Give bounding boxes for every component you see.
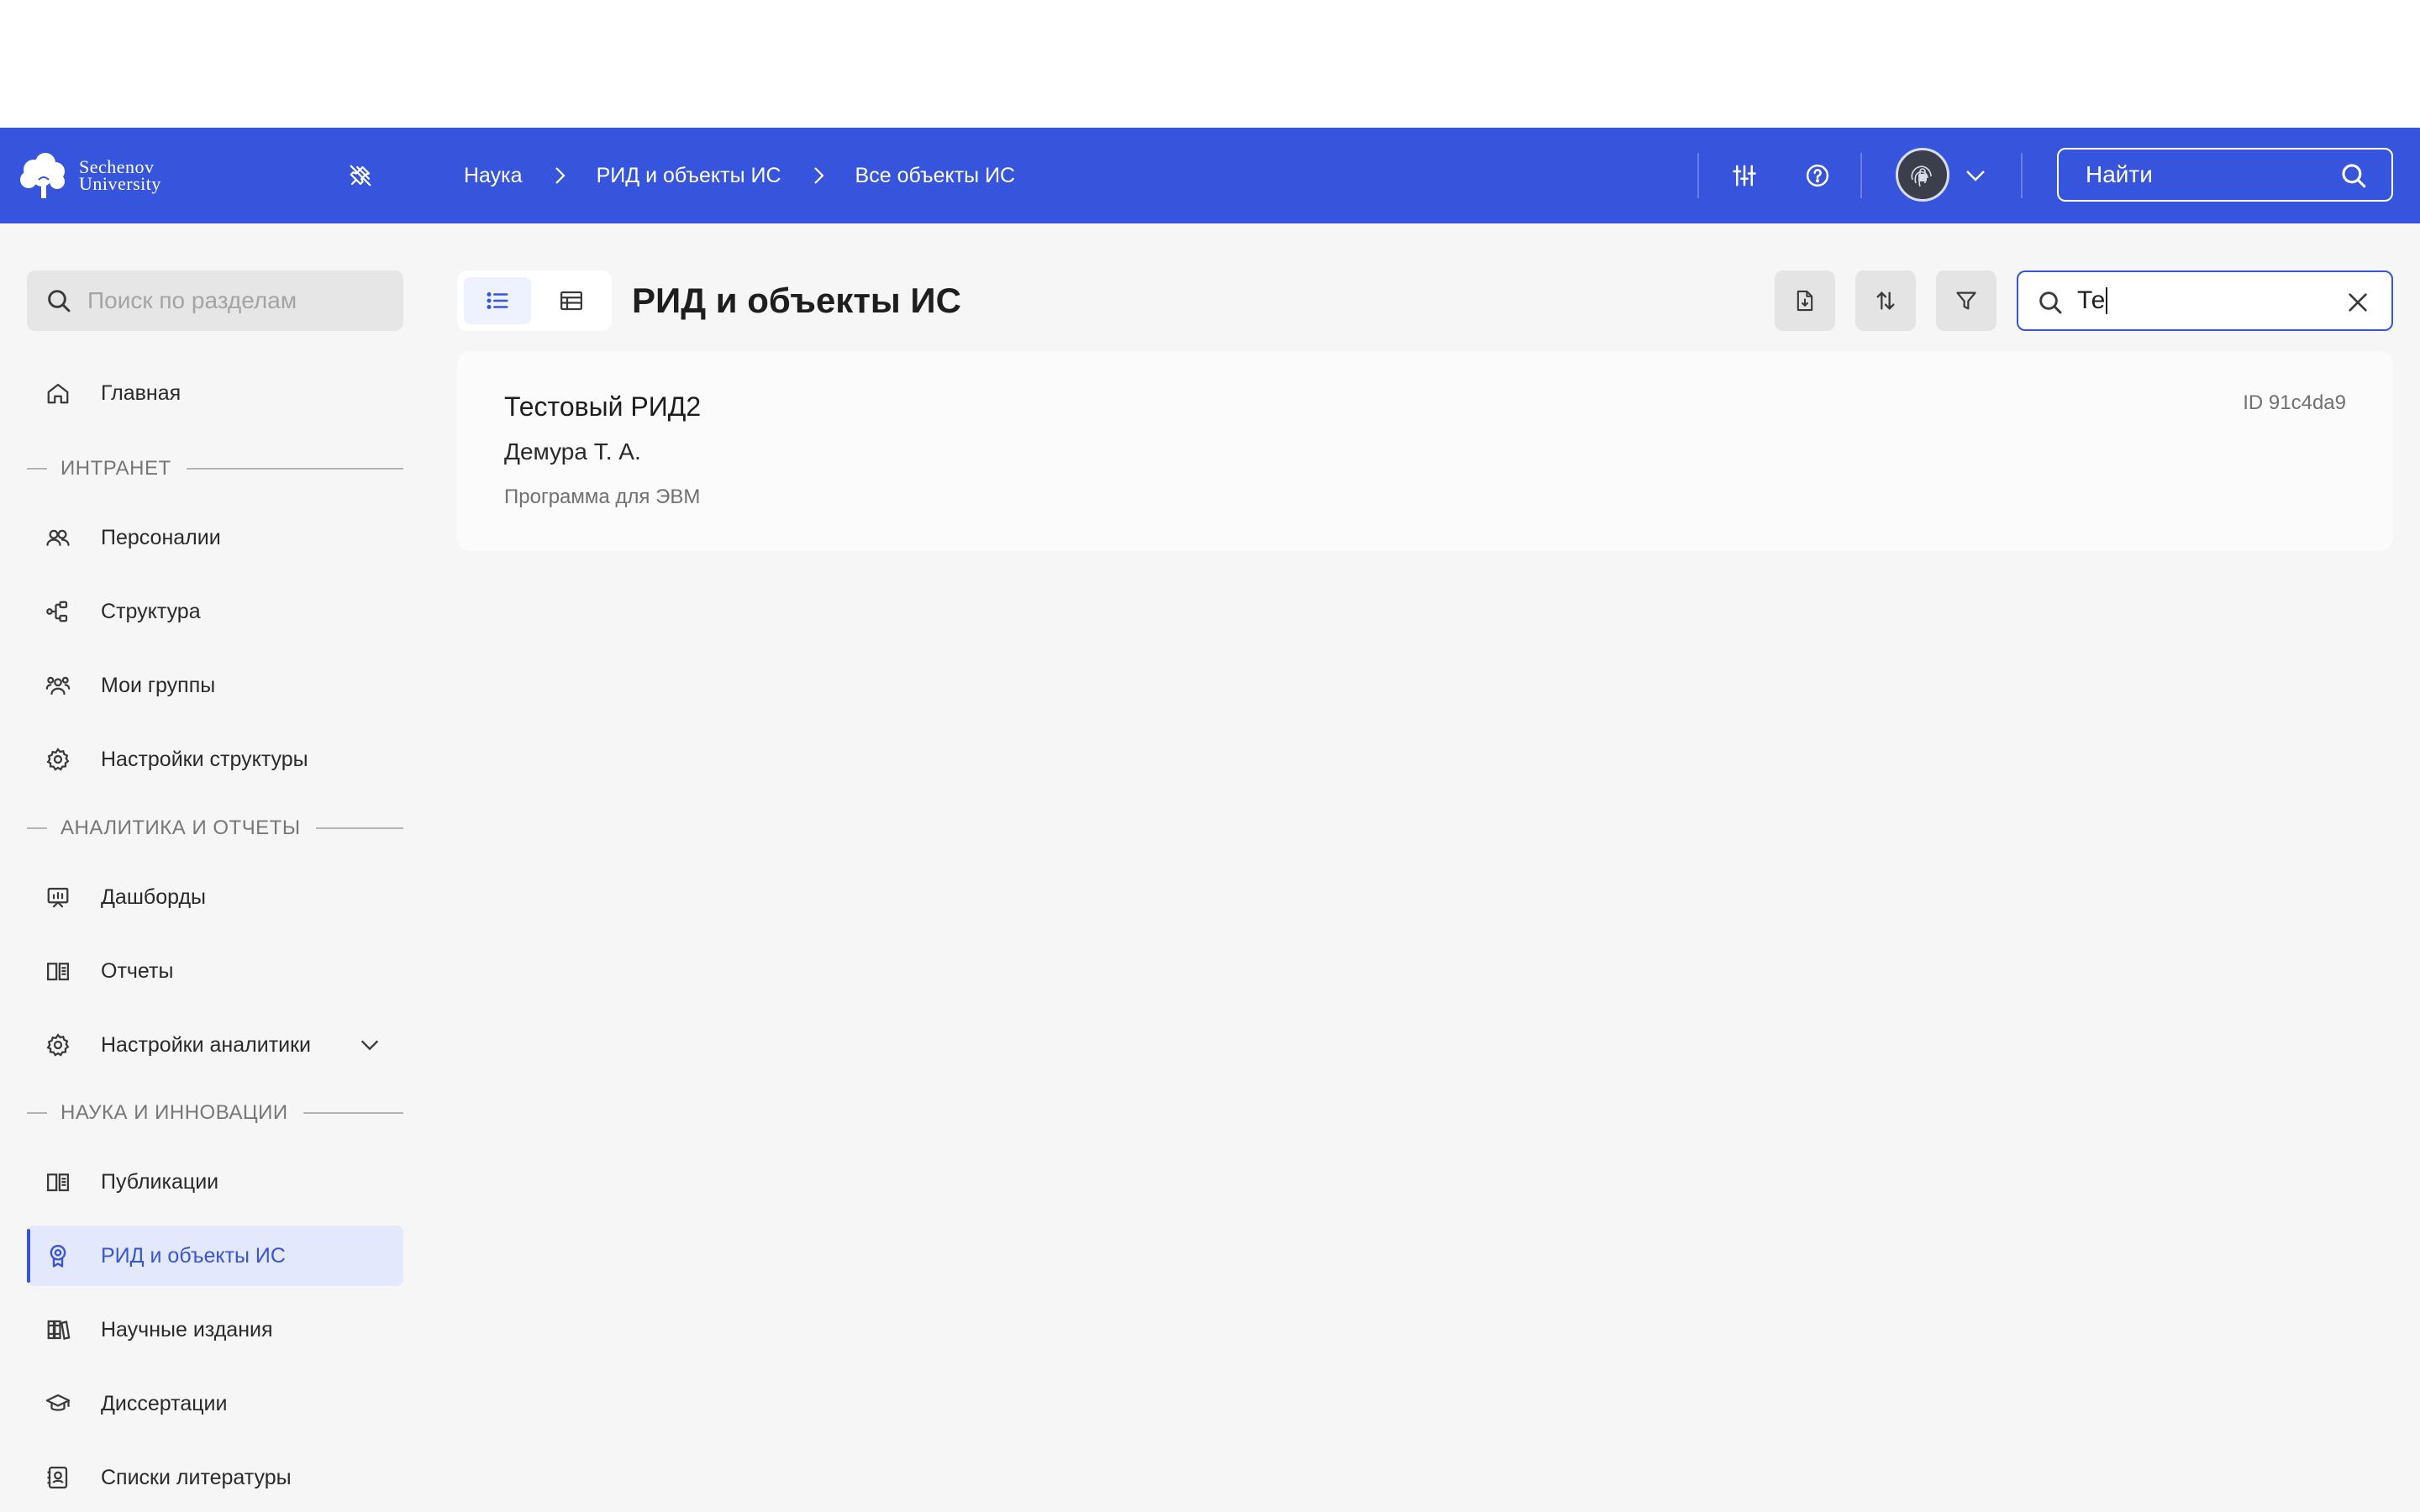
- sidebar-item-structure[interactable]: Структура: [27, 581, 403, 642]
- record-type: Программа для ЭВМ: [504, 486, 701, 508]
- table-view-button[interactable]: [538, 277, 605, 324]
- users-icon: [46, 529, 70, 546]
- logo-line-2: University: [79, 173, 161, 194]
- sidebar-item-label: Персоналии: [101, 525, 221, 549]
- account-menu-button[interactable]: [1958, 158, 1993, 193]
- sidebar-item-bibliography[interactable]: Списки литературы: [27, 1447, 403, 1508]
- sidebar-item-label: Мои группы: [101, 673, 216, 697]
- view-mode-toggle: [457, 270, 612, 331]
- books-icon: [47, 1320, 71, 1340]
- section-header-intranet: ИНТРАНЕТ: [27, 454, 403, 484]
- sidebar-item-label: Диссертации: [101, 1391, 228, 1415]
- record-author: Демура Т. А.: [504, 438, 641, 465]
- gear-icon: [46, 748, 70, 771]
- record-title[interactable]: Тестовый РИД2: [504, 391, 701, 423]
- home-icon: [47, 383, 69, 404]
- sechenov-logo[interactable]: Sechenov University: [17, 151, 161, 200]
- chevron-down-icon: [1966, 171, 1985, 181]
- chevron-right-icon: [541, 163, 578, 188]
- list-view-button[interactable]: [464, 277, 531, 324]
- sidebar-item-dashboards[interactable]: Дашборды: [27, 867, 403, 927]
- sidebar-item-analytics-settings[interactable]: Настройки аналитики: [27, 1015, 403, 1075]
- award-icon: [50, 1244, 66, 1268]
- records-search-input[interactable]: Те: [2017, 270, 2393, 331]
- global-search-label: Найти: [2086, 161, 2153, 187]
- filter-icon: [1956, 291, 1976, 310]
- breadcrumb: Наука РИД и объекты ИС Все объекты ИС: [464, 128, 1015, 223]
- sidebar-item-label: РИД и объекты ИС: [101, 1243, 286, 1268]
- global-search-button[interactable]: Найти: [2057, 148, 2393, 202]
- sidebar-item-structure-settings[interactable]: Настройки структуры: [27, 729, 403, 790]
- header-divider: [1860, 153, 1862, 198]
- sidebar-item-label: Научные издания: [101, 1317, 273, 1341]
- fingerprint-lock-icon: [1911, 165, 1932, 187]
- chevron-right-icon: [800, 163, 837, 188]
- header-divider: [1697, 153, 1699, 198]
- text-caret: [2106, 287, 2108, 314]
- dashboard-icon: [47, 887, 69, 908]
- unpin-icon: [350, 165, 371, 186]
- breadcrumb-item-rid[interactable]: РИД и объекты ИС: [597, 164, 781, 188]
- records-search-value: Те: [2077, 286, 2106, 314]
- header-divider: [2021, 153, 2023, 198]
- logo-text: Sechenov University: [79, 158, 161, 194]
- search-icon: [48, 290, 71, 312]
- section-search-placeholder: Поиск по разделам: [87, 287, 297, 313]
- sidebar-item-dissertations[interactable]: Диссертации: [27, 1373, 403, 1434]
- section-header-analytics: АНАЛИТИКА И ОТЧЕТЫ: [27, 813, 403, 843]
- sidebar-item-label: Списки литературы: [101, 1465, 292, 1489]
- sidebar-item-journals[interactable]: Научные издания: [27, 1299, 403, 1360]
- sidebar-item-label: Структура: [101, 599, 201, 623]
- search-icon: [2039, 291, 2062, 314]
- search-icon: [2342, 164, 2366, 188]
- graduation-cap-icon: [45, 1394, 71, 1411]
- structure-icon: [46, 601, 68, 622]
- section-header-science: НАУКА И ИННОВАЦИИ: [27, 1098, 403, 1128]
- help-button[interactable]: [1798, 156, 1837, 195]
- top-header: Sechenov University Наука РИД и объекты …: [0, 128, 2420, 223]
- unpin-sidebar-button[interactable]: [343, 158, 378, 193]
- sidebar: Поиск по разделам Главная ИНТРАНЕТ Персо…: [0, 223, 429, 1512]
- record-card[interactable]: Тестовый РИД2 Демура Т. А. Программа для…: [457, 351, 2393, 551]
- sidebar-item-reports[interactable]: Отчеты: [27, 941, 403, 1001]
- sort-button[interactable]: [1855, 270, 1916, 331]
- book-icon: [47, 1173, 69, 1192]
- browser-top-area: [0, 0, 2420, 128]
- sidebar-item-publications[interactable]: Публикации: [27, 1152, 403, 1212]
- sidebar-item-label: Отчеты: [101, 958, 174, 983]
- sliders-icon: [1733, 165, 1756, 186]
- page-title: РИД и объекты ИС: [632, 281, 961, 320]
- record-id: ID 91c4da9: [2243, 391, 2346, 414]
- tree-logo-icon: [20, 153, 65, 198]
- sidebar-item-label: Публикации: [101, 1169, 219, 1194]
- table-icon: [560, 291, 582, 311]
- sidebar-item-label: Дашборды: [101, 885, 206, 909]
- sidebar-item-label: Настройки аналитики: [101, 1032, 312, 1057]
- list-icon: [487, 292, 508, 309]
- clear-icon[interactable]: [2344, 289, 2371, 316]
- gear-icon: [46, 1033, 70, 1057]
- sort-icon: [1876, 291, 1895, 310]
- contact-book-icon: [47, 1467, 68, 1488]
- sidebar-item-home[interactable]: Главная: [27, 363, 403, 423]
- filter-button[interactable]: [1936, 270, 1996, 331]
- avatar[interactable]: [1896, 148, 1949, 202]
- file-download-icon: [1797, 290, 1813, 312]
- group-icon: [45, 676, 71, 696]
- sidebar-item-persons[interactable]: Персоналии: [27, 507, 403, 568]
- settings-sliders-button[interactable]: [1725, 156, 1764, 195]
- sidebar-item-my-groups[interactable]: Мои группы: [27, 655, 403, 716]
- sidebar-item-rid[interactable]: РИД и объекты ИС: [27, 1226, 403, 1286]
- export-button[interactable]: [1775, 270, 1835, 331]
- report-book-icon: [47, 963, 69, 981]
- sidebar-item-label: Настройки структуры: [101, 747, 308, 771]
- breadcrumb-item-all-objects[interactable]: Все объекты ИС: [855, 164, 1016, 188]
- breadcrumb-item-science[interactable]: Наука: [464, 164, 523, 188]
- section-search-input[interactable]: Поиск по разделам: [27, 270, 403, 331]
- help-icon: [1806, 164, 1829, 187]
- chevron-down-icon[interactable]: [358, 1033, 381, 1057]
- sidebar-item-label: Главная: [101, 381, 182, 405]
